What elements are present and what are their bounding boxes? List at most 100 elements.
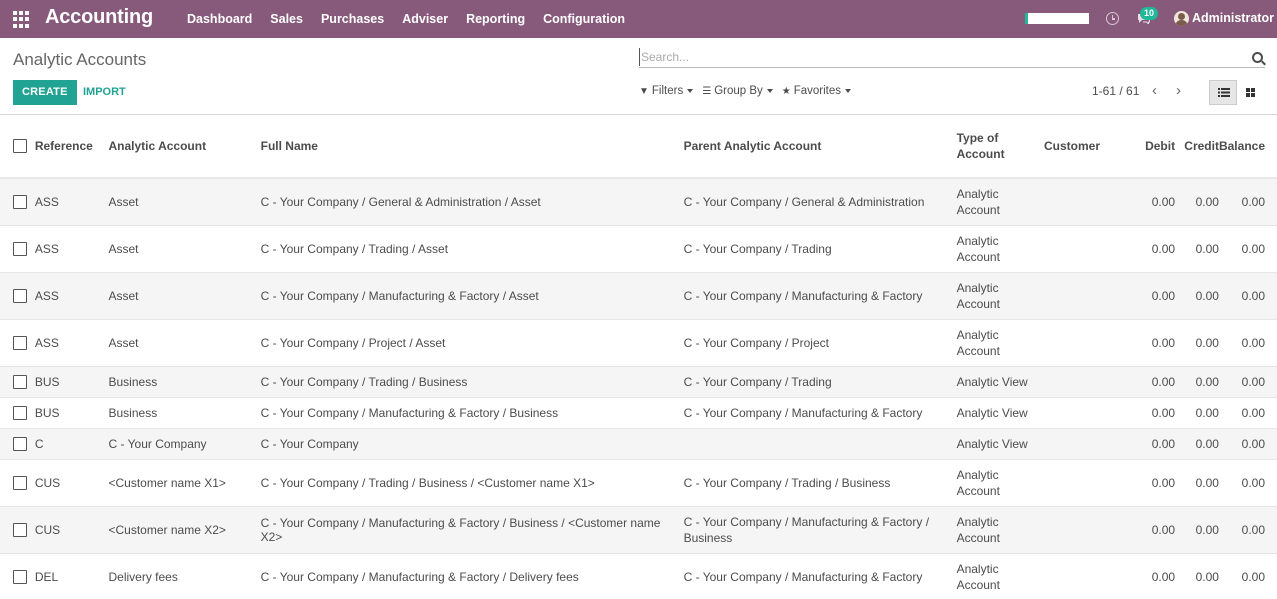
column-header-analytic-account[interactable]: Analytic Account bbox=[108, 115, 261, 179]
cell-balance: 0.00 bbox=[1218, 396, 1277, 428]
user-avatar[interactable] bbox=[1174, 11, 1189, 26]
import-button[interactable]: IMPORT bbox=[83, 80, 126, 105]
column-header-balance[interactable]: Balance bbox=[1218, 115, 1277, 179]
row-checkbox[interactable] bbox=[13, 241, 27, 256]
table-row[interactable]: DEL Delivery fees C - Your Company / Manuf… bbox=[0, 552, 1277, 599]
cell-customer bbox=[1044, 177, 1124, 225]
row-checkbox[interactable] bbox=[13, 195, 27, 210]
column-header-type[interactable]: Type of Account bbox=[956, 115, 1045, 179]
table-row[interactable]: ASS Asset C - Your Company / Manufacturing… bbox=[0, 271, 1277, 319]
pager-next-icon[interactable]: › bbox=[1176, 82, 1181, 99]
menu-item-adviser[interactable]: Adviser bbox=[393, 0, 457, 38]
cell-reference: CUS bbox=[34, 458, 109, 506]
column-header-credit[interactable]: Credit bbox=[1175, 115, 1219, 179]
table-row[interactable]: ASS Asset C - Your Company / Project / Ass… bbox=[0, 318, 1277, 366]
cell-analytic-account: C - Your Company bbox=[108, 427, 261, 459]
cell-parent-account: C - Your Company / Manufacturing & Facto… bbox=[683, 505, 957, 553]
cell-debit: 0.00 bbox=[1123, 365, 1176, 397]
favorites-dropdown[interactable]: ★ Favorites bbox=[782, 85, 852, 97]
cell-reference: DEL bbox=[34, 552, 109, 599]
cell-parent-account: C - Your Company / Manufacturing & Facto… bbox=[683, 552, 957, 599]
breadcrumb: Analytic Accounts bbox=[13, 50, 147, 69]
column-header-debit[interactable]: Debit bbox=[1123, 115, 1176, 179]
cell-full-name: C - Your Company / Manufacturing & Facto… bbox=[260, 505, 684, 553]
column-header-parent[interactable]: Parent Analytic Account bbox=[683, 115, 957, 179]
cell-reference: CUS bbox=[34, 505, 109, 553]
table-row[interactable]: BUS Business C - Your Company / Trading / … bbox=[0, 365, 1277, 397]
cell-type: Analytic Account bbox=[956, 177, 1045, 225]
cell-type: Analytic View bbox=[956, 396, 1045, 428]
row-checkbox[interactable] bbox=[13, 405, 27, 420]
column-header-full-name[interactable]: Full Name bbox=[260, 115, 684, 179]
menu-item-reporting[interactable]: Reporting bbox=[457, 0, 534, 38]
table-row[interactable]: CUS <Customer name X1> C - Your Company / … bbox=[0, 458, 1277, 506]
pager-previous-icon[interactable]: ‹ bbox=[1152, 82, 1157, 99]
app-title[interactable]: Accounting bbox=[45, 6, 153, 29]
cell-reference: C bbox=[34, 427, 109, 459]
onboarding-progress-bar[interactable] bbox=[1025, 13, 1089, 24]
caret-down-icon bbox=[766, 89, 773, 93]
table-row[interactable]: ASS Asset C - Your Company / Trading / Ass… bbox=[0, 224, 1277, 272]
cell-type: Analytic View bbox=[956, 365, 1045, 397]
user-menu[interactable]: Administrator bbox=[1192, 11, 1274, 25]
search-icon[interactable] bbox=[1252, 52, 1263, 63]
row-checkbox[interactable] bbox=[13, 436, 27, 451]
table-row[interactable]: CUS <Customer name X2> C - Your Company / … bbox=[0, 505, 1277, 553]
cell-parent-account: C - Your Company / Manufacturing & Facto… bbox=[683, 271, 957, 319]
table-row[interactable]: ASS Asset C - Your Company / General & Adm… bbox=[0, 177, 1277, 225]
column-header-customer[interactable]: Customer bbox=[1044, 115, 1124, 179]
cell-full-name: C - Your Company / Manufacturing & Facto… bbox=[260, 552, 684, 599]
row-checkbox[interactable] bbox=[13, 374, 27, 389]
menu-item-purchases[interactable]: Purchases bbox=[312, 0, 393, 38]
cell-credit: 0.00 bbox=[1175, 365, 1219, 397]
favorites-label: Favorites bbox=[793, 85, 842, 97]
list-icon bbox=[1218, 88, 1230, 97]
menu-item-sales[interactable]: Sales bbox=[261, 0, 312, 38]
create-button[interactable]: CREATE bbox=[13, 80, 77, 105]
cell-parent-account: C - Your Company / Trading bbox=[683, 224, 957, 272]
cell-parent-account bbox=[683, 427, 957, 459]
row-checkbox[interactable] bbox=[13, 570, 27, 585]
cell-type: Analytic Account bbox=[956, 271, 1045, 319]
menu-item-dashboard[interactable]: Dashboard bbox=[178, 0, 261, 38]
row-checkbox[interactable] bbox=[13, 335, 27, 350]
filter-icon: ▼ bbox=[639, 85, 649, 97]
cell-parent-account: C - Your Company / Manufacturing & Facto… bbox=[683, 396, 957, 428]
row-checkbox[interactable] bbox=[13, 475, 27, 490]
row-checkbox[interactable] bbox=[13, 522, 27, 537]
cell-debit: 0.00 bbox=[1123, 224, 1176, 272]
caret-down-icon bbox=[845, 89, 852, 93]
list-view-button[interactable] bbox=[1209, 80, 1237, 105]
clock-icon[interactable] bbox=[1106, 12, 1119, 25]
cell-type: Analytic Account bbox=[956, 458, 1045, 506]
column-header-reference[interactable]: Reference bbox=[34, 115, 109, 179]
filters-dropdown[interactable]: ▼ Filters bbox=[639, 85, 694, 97]
cell-type: Analytic Account bbox=[956, 505, 1045, 553]
cell-debit: 0.00 bbox=[1123, 427, 1176, 459]
filters-label: Filters bbox=[651, 85, 684, 97]
cell-full-name: C - Your Company / Project / Asset bbox=[260, 318, 684, 366]
cell-credit: 0.00 bbox=[1175, 271, 1219, 319]
row-checkbox[interactable] bbox=[13, 288, 27, 303]
cell-credit: 0.00 bbox=[1175, 318, 1219, 366]
group-by-dropdown[interactable]: ☰ Group By bbox=[702, 85, 773, 97]
cell-credit: 0.00 bbox=[1175, 427, 1219, 459]
cell-type: Analytic Account bbox=[956, 552, 1045, 599]
cell-credit: 0.00 bbox=[1175, 396, 1219, 428]
cell-credit: 0.00 bbox=[1175, 224, 1219, 272]
table-row[interactable]: BUS Business C - Your Company / Manufactur… bbox=[0, 396, 1277, 428]
cell-customer bbox=[1044, 396, 1124, 428]
cell-analytic-account: Business bbox=[108, 365, 261, 397]
kanban-view-button[interactable] bbox=[1237, 80, 1265, 105]
table-row[interactable]: CC - Your Company C - Your Company Analyti… bbox=[0, 427, 1277, 459]
cell-credit: 0.00 bbox=[1175, 177, 1219, 225]
apps-menu-icon[interactable] bbox=[13, 11, 30, 28]
cell-reference: ASS bbox=[34, 318, 109, 366]
menu-item-configuration[interactable]: Configuration bbox=[534, 0, 634, 38]
cell-full-name: C - Your Company bbox=[260, 427, 684, 459]
cell-balance: 0.00 bbox=[1218, 224, 1277, 272]
pager-value[interactable]: 1-61 / 61 bbox=[1092, 84, 1139, 98]
cell-reference: ASS bbox=[34, 224, 109, 272]
search-input[interactable] bbox=[639, 48, 1239, 66]
select-all-checkbox[interactable] bbox=[13, 139, 27, 154]
